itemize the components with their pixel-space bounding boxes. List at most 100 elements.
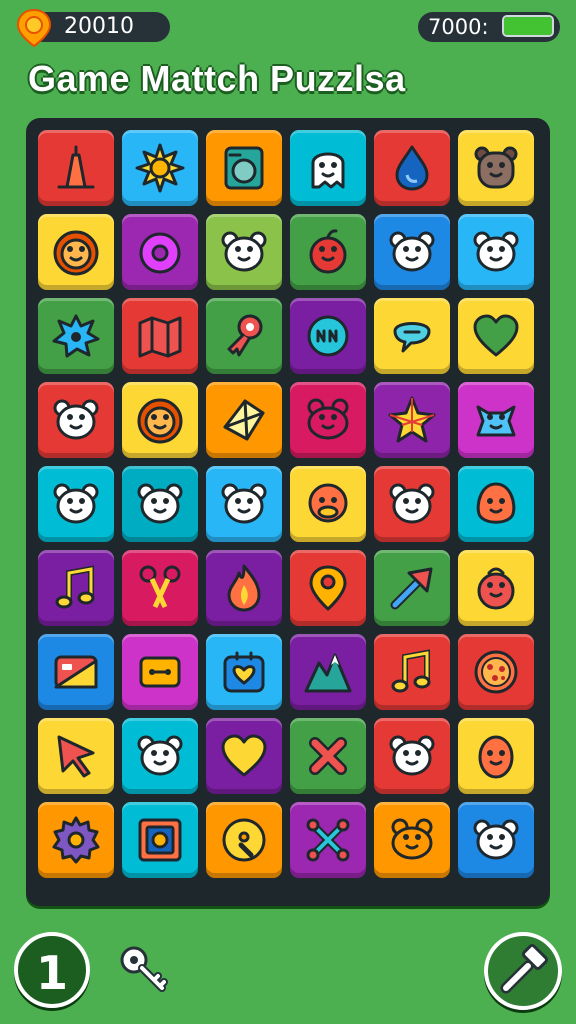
splash-icon <box>52 314 100 358</box>
bear-face-icon <box>137 735 183 776</box>
bear-icon <box>474 146 518 189</box>
board-tile[interactable] <box>374 214 450 290</box>
board-tile[interactable] <box>290 634 366 710</box>
board-tile[interactable] <box>122 130 198 206</box>
board-tile[interactable] <box>374 466 450 542</box>
board-tile[interactable] <box>290 214 366 290</box>
board-tile[interactable] <box>38 214 114 290</box>
washing-machine-icon <box>224 146 264 190</box>
ribbon-icon <box>227 314 263 357</box>
board-tile[interactable] <box>374 382 450 458</box>
board-tile[interactable] <box>374 634 450 710</box>
board-tile[interactable] <box>374 550 450 626</box>
bear-face-icon <box>221 231 267 272</box>
bear-face-icon <box>473 819 519 860</box>
card-icon <box>54 655 98 689</box>
board-tile[interactable] <box>458 802 534 878</box>
board-tile[interactable] <box>290 550 366 626</box>
tool-button[interactable] <box>484 932 562 1010</box>
board-tile[interactable] <box>206 634 282 710</box>
board-tile[interactable] <box>122 382 198 458</box>
board-tile[interactable] <box>38 802 114 878</box>
board-tile[interactable] <box>38 718 114 794</box>
star-gem-icon <box>388 396 436 443</box>
speech-bubble-icon <box>393 322 431 353</box>
cross-icon <box>309 737 347 775</box>
emblem-icon <box>307 315 349 357</box>
level-button[interactable]: 1 <box>14 932 90 1008</box>
energy-bar <box>502 15 554 37</box>
board-tile[interactable] <box>458 634 534 710</box>
board-tile[interactable] <box>206 550 282 626</box>
board-tile[interactable] <box>458 214 534 290</box>
board-tile[interactable] <box>38 298 114 374</box>
game-title: Game Mattch Puzzlsa <box>28 58 406 99</box>
board-tile[interactable] <box>458 718 534 794</box>
board-tile[interactable] <box>458 382 534 458</box>
board-tile[interactable] <box>290 718 366 794</box>
cassette-icon <box>139 656 181 688</box>
energy-counter: 7000: <box>418 12 560 42</box>
board-tile[interactable] <box>206 466 282 542</box>
board-tile[interactable] <box>206 298 282 374</box>
board-tile[interactable] <box>122 634 198 710</box>
music-note-icon <box>391 649 431 693</box>
board-tile[interactable] <box>290 466 366 542</box>
lion-face-icon <box>53 230 99 276</box>
board-tile[interactable] <box>458 130 534 206</box>
board-tile[interactable] <box>290 802 366 878</box>
board-tile[interactable] <box>122 550 198 626</box>
board-tile[interactable] <box>38 130 114 206</box>
bear-face-icon <box>53 399 99 440</box>
board-tile[interactable] <box>122 214 198 290</box>
board-tile[interactable] <box>374 802 450 878</box>
donut-icon <box>139 232 181 274</box>
ghost-face-icon <box>311 152 345 189</box>
hammer-icon <box>500 944 548 994</box>
board-tile[interactable] <box>122 466 198 542</box>
cursor-icon <box>57 735 95 778</box>
mountain-icon <box>304 653 352 693</box>
bag-face-icon <box>477 567 515 610</box>
board-tile[interactable] <box>290 382 366 458</box>
board-tile[interactable] <box>122 802 198 878</box>
flame-icon <box>227 564 261 612</box>
board-tile[interactable] <box>458 298 534 374</box>
board-tile[interactable] <box>290 298 366 374</box>
board-tile[interactable] <box>458 466 534 542</box>
scissors-icon <box>139 565 181 609</box>
crossed-bones-icon <box>306 818 350 862</box>
heart-box-icon <box>223 651 265 693</box>
board-tile[interactable] <box>122 298 198 374</box>
board-tile[interactable] <box>458 550 534 626</box>
coin-value: 20010 <box>64 14 134 39</box>
bear-face-icon <box>221 483 267 524</box>
bear-face-icon <box>137 483 183 524</box>
board-tile[interactable] <box>206 130 282 206</box>
board-tile[interactable] <box>206 382 282 458</box>
board-tile[interactable] <box>38 382 114 458</box>
lion-face-icon <box>137 398 183 444</box>
board-tile[interactable] <box>374 298 450 374</box>
frog-face-icon <box>307 398 349 440</box>
duck-face-icon <box>308 483 348 523</box>
key-icon[interactable] <box>118 944 170 996</box>
apple-face-icon <box>309 229 347 274</box>
bear-face-icon <box>473 231 519 272</box>
disc-icon <box>222 818 266 862</box>
water-drop-icon <box>395 145 429 191</box>
board-tile[interactable] <box>206 214 282 290</box>
board-tile[interactable] <box>122 718 198 794</box>
board-tile[interactable] <box>374 718 450 794</box>
map-icon <box>138 316 182 358</box>
bear-face-icon <box>389 483 435 524</box>
music-note-icon <box>55 565 95 609</box>
board-tile[interactable] <box>38 466 114 542</box>
board-tile[interactable] <box>206 718 282 794</box>
board-tile[interactable] <box>374 130 450 206</box>
board-tile[interactable] <box>38 634 114 710</box>
board-tile[interactable] <box>206 802 282 878</box>
level-number: 1 <box>35 946 68 1000</box>
board-tile[interactable] <box>290 130 366 206</box>
board-tile[interactable] <box>38 550 114 626</box>
